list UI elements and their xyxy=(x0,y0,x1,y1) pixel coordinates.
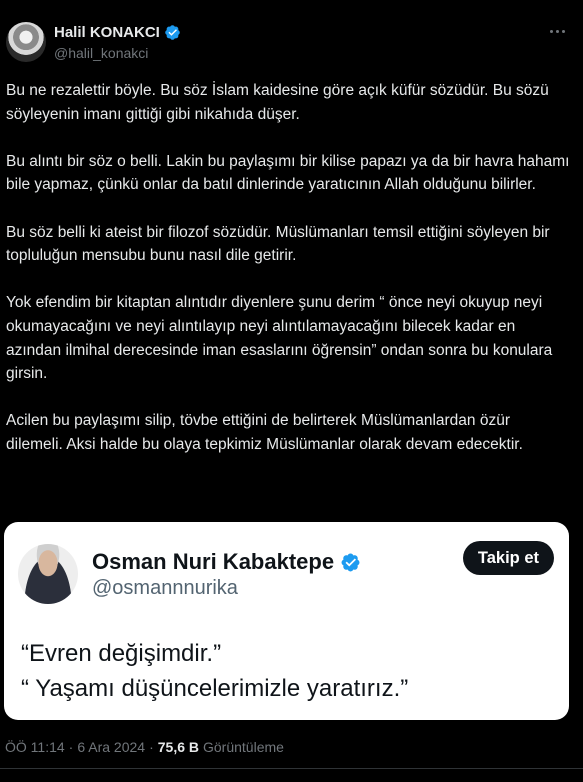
more-options-icon[interactable] xyxy=(547,21,569,43)
tweet-text: Bu ne rezalettir böyle. Bu söz İslam kai… xyxy=(6,79,571,480)
tweet-time[interactable]: ÖÖ 11:14 xyxy=(5,739,65,755)
meta-separator: · xyxy=(68,739,74,755)
views-count: 75,6 B xyxy=(157,739,199,755)
author-avatar[interactable] xyxy=(6,22,46,62)
quoted-author-name-row: Osman Nuri Kabaktepe xyxy=(92,549,361,575)
author-name-row[interactable]: Halil KONAKCI xyxy=(54,24,181,41)
quoted-author-handle: @osmannnurika xyxy=(92,577,238,599)
tweet-meta: ÖÖ 11:14 · 6 Ara 2024 · 75,6 B Görüntüle… xyxy=(5,739,284,755)
tweet-paragraph: Acilen bu paylaşımı silip, tövbe ettiğin… xyxy=(6,412,523,453)
verified-badge-icon xyxy=(165,25,180,40)
divider xyxy=(0,768,583,769)
author-display-name[interactable]: Halil KONAKCI xyxy=(54,24,160,41)
quoted-author-avatar xyxy=(18,544,78,604)
follow-button: Takip et xyxy=(462,541,554,575)
verified-badge-icon xyxy=(341,553,360,571)
quoted-author-display-name: Osman Nuri Kabaktepe xyxy=(92,549,335,574)
tweet-paragraph: Bu ne rezalettir böyle. Bu söz İslam kai… xyxy=(6,82,549,123)
quoted-line: “Evren değişimdir.” xyxy=(21,640,222,667)
quoted-tweet-text: “Evren değişimdir.” “ Yaşamı düşünceleri… xyxy=(21,636,541,706)
tweet-date[interactable]: 6 Ara 2024 xyxy=(77,739,145,755)
tweet-paragraph: Bu alıntı bir söz o belli. Lakin bu payl… xyxy=(6,152,570,194)
meta-separator: · xyxy=(149,739,154,755)
quoted-line: “ Yaşamı düşüncelerimizle yaratırız.” xyxy=(21,675,409,702)
tweet-paragraph: Bu söz belli ki ateist bir filozof sözüd… xyxy=(6,223,550,265)
tweet-header: Halil KONAKCI @halil_konakci xyxy=(0,0,583,70)
quoted-tweet-image[interactable]: Osman Nuri Kabaktepe @osmannnurika Takip… xyxy=(4,522,569,720)
author-handle[interactable]: @halil_konakci xyxy=(54,45,148,61)
tweet-paragraph: Yok efendim bir kitaptan alıntıdır diyen… xyxy=(6,294,553,383)
views-label: Görüntüleme xyxy=(203,739,284,755)
